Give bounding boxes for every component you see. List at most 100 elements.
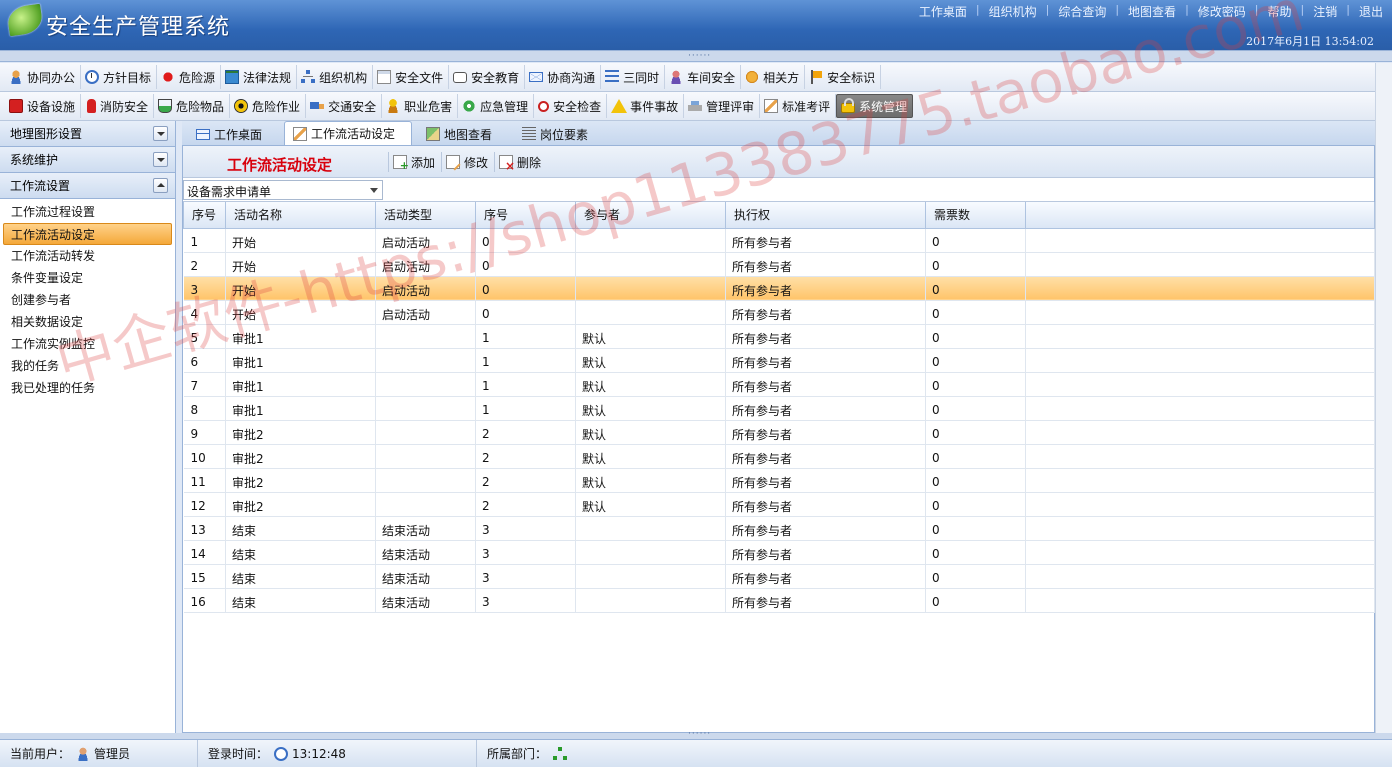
menu-item-button[interactable]: 管理评审 [684,94,761,118]
sidebar-item[interactable]: 工作流活动设定 [3,223,172,245]
table-cell: 审批1 [225,324,376,349]
table-cell [375,396,476,421]
table-cell-filler [1025,228,1375,253]
menu-item-button[interactable]: 职业危害 [382,94,459,118]
table-row[interactable]: 10 审批2 2 默认 所有参与者 0 [183,444,1375,469]
menu-item-button[interactable]: 应急管理 [458,94,535,118]
menu-item-button[interactable]: 三同时 [601,65,666,89]
menu-item-button[interactable]: 危险物品 [154,94,231,118]
table-cell: 12 [183,492,226,517]
header-splitter[interactable]: ······ [0,50,1392,62]
form-type-select[interactable]: 设备需求申请单 [183,180,383,200]
map-icon [426,127,441,141]
top-link[interactable]: 工作桌面 [910,3,976,19]
page-scrollbar[interactable] [1375,63,1392,739]
table-cell: 审批2 [225,468,376,493]
menu-item-button[interactable]: 组织机构 [297,65,374,89]
delete-button[interactable]: 删除 [494,152,547,173]
section-label: 系统维护 [10,153,59,167]
column-header[interactable]: 执行权 [725,202,926,229]
column-header[interactable]: 参与者 [575,202,726,229]
column-header[interactable]: 序号 [475,202,576,229]
expand-icon[interactable] [153,126,168,141]
menu-item-button[interactable]: 危险作业 [230,94,307,118]
menu-item-button[interactable]: 相关方 [741,65,806,89]
table-row[interactable]: 3 开始 启动活动 0 所有参与者 0 [183,276,1375,301]
table-row[interactable]: 11 审批2 2 默认 所有参与者 0 [183,468,1375,493]
tab-1[interactable]: 工作流活动设定 [284,121,413,145]
menu-item-button[interactable]: 协同办公 [5,65,82,89]
sidebar-item[interactable]: 工作流过程设置 [0,201,175,223]
sidebar-item[interactable]: 相关数据设定 [0,311,175,333]
menu-item-button[interactable]: 安全检查 [534,94,608,118]
table-row[interactable]: 9 审批2 2 默认 所有参与者 0 [183,420,1375,445]
table-cell-filler [1025,372,1375,397]
menu-item-button[interactable]: 安全文件 [373,65,450,89]
table-cell [375,372,476,397]
table-row[interactable]: 7 审批1 1 默认 所有参与者 0 [183,372,1375,397]
sidebar-item[interactable]: 我已处理的任务 [0,377,175,399]
table-cell: 所有参与者 [725,396,926,421]
person-icon [669,70,684,84]
menu-item-button[interactable]: 标准考评 [760,94,837,118]
table-cell: 结束 [225,516,376,541]
menu-item-button[interactable]: 协商沟通 [525,65,602,89]
column-header[interactable]: 活动名称 [225,202,376,229]
table-row[interactable]: 13 结束 结束活动 3 所有参与者 0 [183,516,1375,541]
sidebar-item[interactable]: 我的任务 [0,355,175,377]
pencil-icon [764,99,779,113]
expand-icon[interactable] [153,152,168,167]
sidebar-item[interactable]: 工作流活动转发 [0,245,175,267]
menu-item-button[interactable]: 车间安全 [665,65,742,89]
section-system-maintenance[interactable]: 系统维护 [0,147,175,173]
top-link[interactable]: 地图查看 [1119,3,1185,19]
top-link[interactable]: 修改密码 [1189,3,1255,19]
table-row[interactable]: 1 开始 启动活动 0 所有参与者 0 [183,228,1375,253]
menu-item-button[interactable]: 系统管理 [836,94,914,118]
sidebar-item[interactable]: 创建参与者 [0,289,175,311]
menu-item-button[interactable]: 法律法规 [221,65,298,89]
table-row[interactable]: 5 审批1 1 默认 所有参与者 0 [183,324,1375,349]
table-cell: 所有参与者 [725,588,926,613]
table-row[interactable]: 8 审批1 1 默认 所有参与者 0 [183,396,1375,421]
menu-item-button[interactable]: 设备设施 [5,94,82,118]
menu-item-button[interactable]: 事件事故 [607,94,685,118]
tab-2[interactable]: 地图查看 [418,123,508,145]
section-workflow-settings[interactable]: 工作流设置 [0,173,175,199]
menu-item-label: 安全文件 [395,70,444,85]
section-geo-settings[interactable]: 地理图形设置 [0,121,175,147]
menu-item-button[interactable]: 安全教育 [449,65,526,89]
sidebar-item[interactable]: 工作流实例监控 [0,333,175,355]
top-link[interactable]: 帮助 [1259,3,1301,19]
menu-item-button[interactable]: 交通安全 [306,94,383,118]
tab-0[interactable]: 工作桌面 [188,123,278,145]
column-header[interactable]: 活动类型 [375,202,476,229]
table-row[interactable]: 4 开始 启动活动 0 所有参与者 0 [183,300,1375,325]
menu-item-button[interactable]: 安全标识 [805,65,882,89]
sidebar-item[interactable]: 条件变量设定 [0,267,175,289]
top-link[interactable]: 综合查询 [1049,3,1115,19]
menu-item-button[interactable]: 危险源 [157,65,222,89]
column-header[interactable]: 需票数 [925,202,1026,229]
add-button[interactable]: 添加 [388,152,441,172]
table-row[interactable]: 12 审批2 2 默认 所有参与者 0 [183,492,1375,517]
menu-item-button[interactable]: 消防安全 [81,94,155,118]
table-row[interactable]: 16 结束 结束活动 3 所有参与者 0 [183,588,1375,613]
module-menu-row-2: 设备设施 消防安全 危险物品 危险作业 交通安全 职业危害 应急管理 安全检查 事件事故 管理评审… [0,92,1392,121]
table-row[interactable]: 15 结束 结束活动 3 所有参与者 0 [183,564,1375,589]
menu-item-button[interactable]: 方针目标 [81,65,158,89]
top-link[interactable]: 退出 [1350,3,1392,19]
table-row[interactable]: 14 结束 结束活动 3 所有参与者 0 [183,540,1375,565]
tab-3[interactable]: 岗位要素 [514,123,604,145]
table-row[interactable]: 2 开始 启动活动 0 所有参与者 0 [183,252,1375,277]
column-header[interactable]: 序号 [183,202,226,229]
link-separator: | [975,3,980,16]
edit-button[interactable]: 修改 [441,152,494,172]
top-link[interactable]: 注销 [1304,3,1346,19]
status-bar: 当前用户： 管理员 登录时间： 13:12:48 所属部门： [0,739,1392,767]
table-cell: 结束活动 [375,516,476,541]
table-row[interactable]: 6 审批1 1 默认 所有参与者 0 [183,348,1375,373]
top-link[interactable]: 组织机构 [980,3,1046,19]
chevron-down-icon[interactable] [370,188,378,193]
collapse-icon[interactable] [153,178,168,193]
